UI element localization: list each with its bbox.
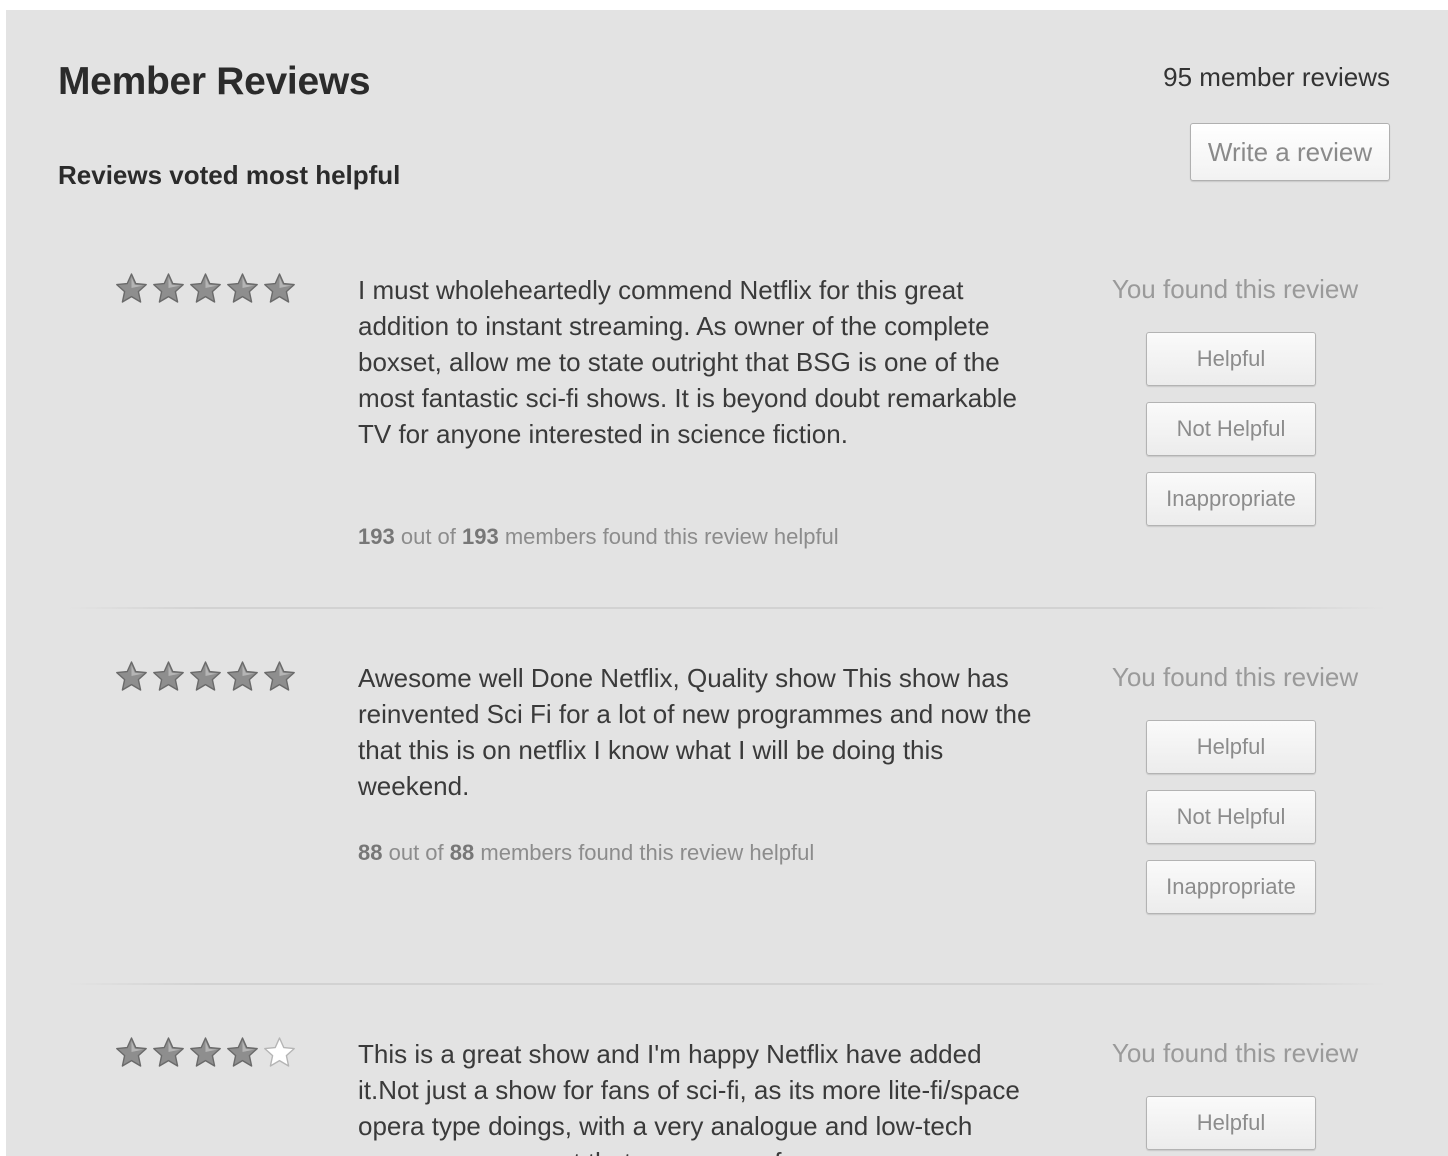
helpful-suffix: members found this review helpful [504,524,839,549]
helpful-suffix: members found this review helpful [480,840,815,865]
star-filled-icon [190,273,221,303]
star-filled-icon [264,273,295,303]
star-filled-icon [227,273,258,303]
star-filled-icon [190,661,221,691]
star-filled-icon [227,661,258,691]
star-filled-icon [153,1037,184,1067]
inappropriate-button[interactable]: Inappropriate [1146,472,1316,526]
review-divider [68,983,1386,985]
not-helpful-button[interactable]: Not Helpful [1146,790,1316,844]
helpful-count: 88 [358,840,383,865]
star-empty-icon [264,1037,295,1067]
review-divider [68,607,1386,609]
section-subtitle: Reviews voted most helpful [58,160,401,190]
star-filled-icon [227,1037,258,1067]
review-text: This is a great show and I'm happy Netfl… [358,1039,1020,1156]
helpful-stats: 193 out of 193 members found this review… [358,524,839,550]
star-rating [114,1036,297,1074]
star-filled-icon [116,1037,147,1067]
star-filled-icon [190,1037,221,1067]
helpful-total: 88 [449,840,475,865]
review-text: Awesome well Done Netflix, Quality show … [358,663,1032,801]
star-filled-icon [153,273,184,303]
star-filled-icon [153,661,184,691]
helpful-stats: 88 out of 88 members found this review h… [358,840,814,866]
page-title: Member Reviews [58,60,371,103]
star-filled-icon [264,661,295,691]
star-rating [114,272,297,310]
helpful-button[interactable]: Helpful [1146,720,1316,774]
member-reviews-panel: Member Reviews Reviews voted most helpfu… [6,10,1448,1156]
vote-box: You found this review Helpful Not Helpfu… [1090,660,1372,914]
vote-box: You found this review Helpful [1090,1036,1372,1150]
write-review-button[interactable]: Write a review [1190,123,1390,181]
star-rating [114,660,297,698]
vote-prompt: You found this review [1111,662,1359,692]
review-text: I must wholeheartedly commend Netflix fo… [358,275,1017,449]
helpful-button[interactable]: Helpful [1146,1096,1316,1150]
inappropriate-button[interactable]: Inappropriate [1146,860,1316,914]
star-filled-icon [116,661,147,691]
helpful-count: 193 [358,524,395,549]
helpful-button[interactable]: Helpful [1146,332,1316,386]
vote-prompt: You found this review [1111,274,1359,304]
helpful-total: 193 [462,524,499,549]
star-filled-icon [116,273,147,303]
helpful-sep: out of [400,524,456,549]
vote-prompt: You found this review [1111,1038,1359,1068]
not-helpful-button[interactable]: Not Helpful [1146,402,1316,456]
review-count: 95 member reviews [1163,62,1390,92]
helpful-sep: out of [388,840,444,865]
vote-box: You found this review Helpful Not Helpfu… [1090,272,1372,526]
